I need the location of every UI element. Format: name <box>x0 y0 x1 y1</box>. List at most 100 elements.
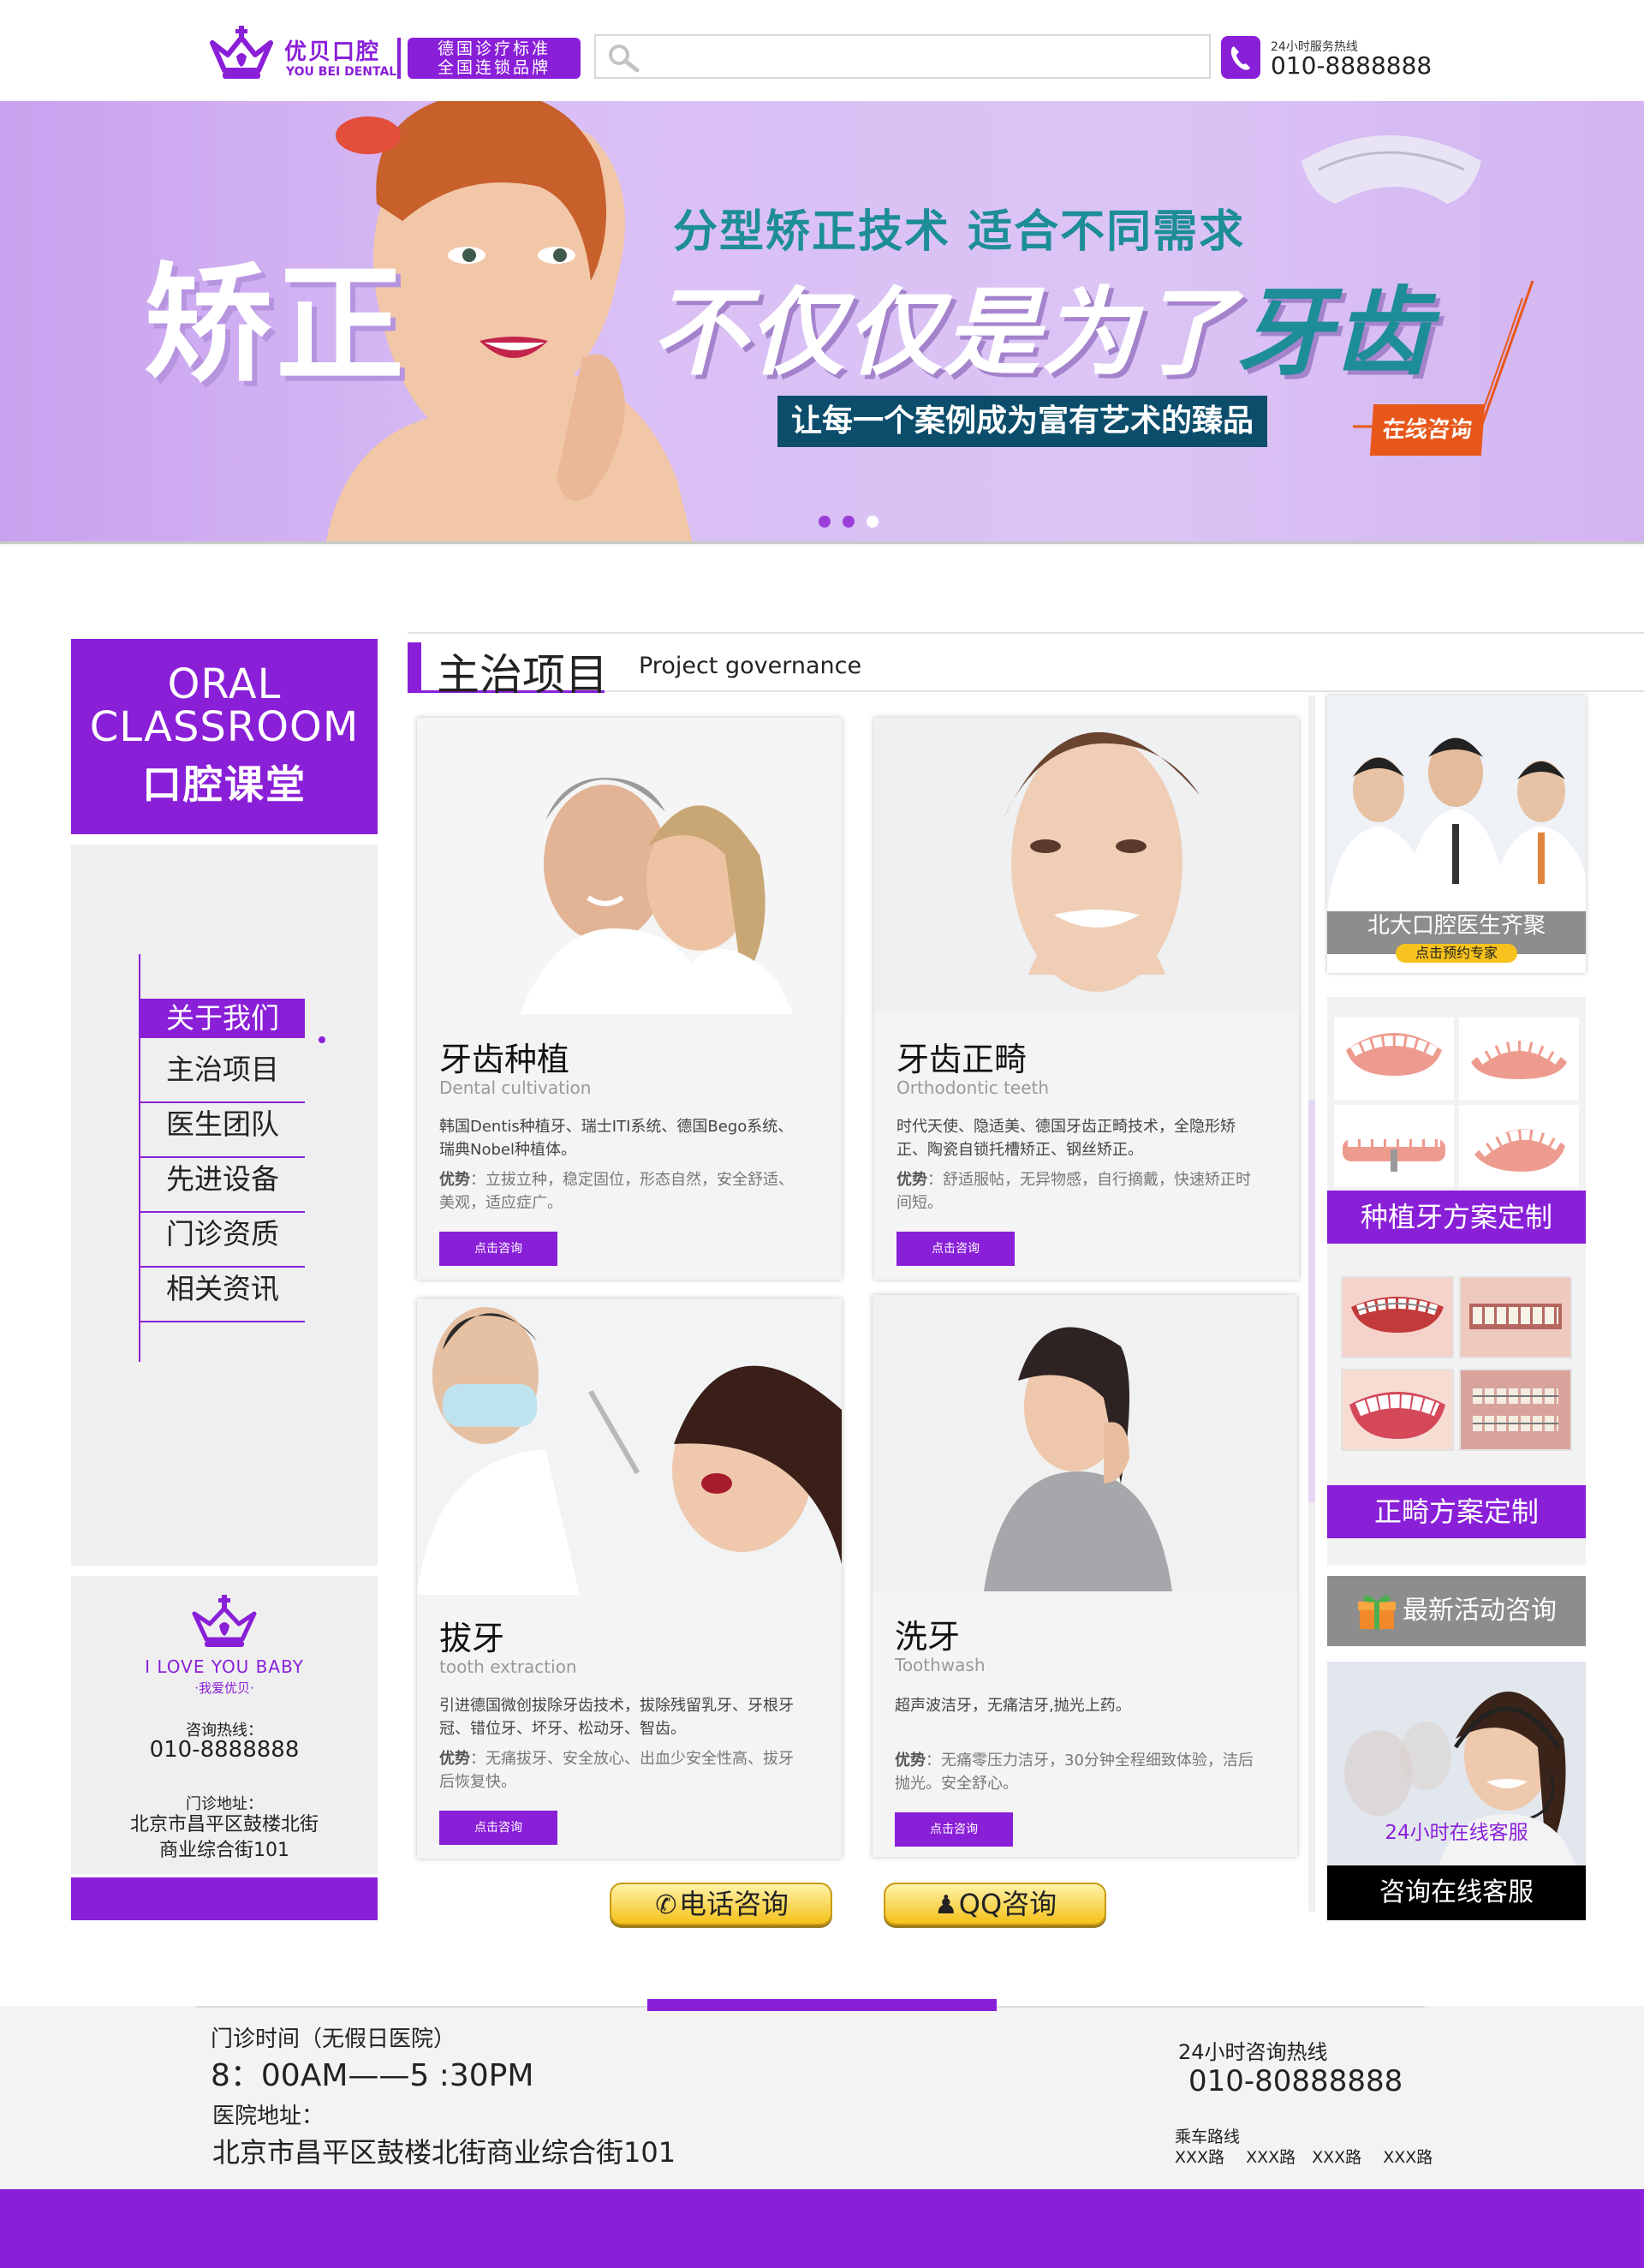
sidebar-item-news[interactable]: 相关资讯 <box>140 1269 305 1322</box>
slogan-badge: 德国诊疗标准 全国连锁品牌 <box>408 38 581 79</box>
card-title: 牙齿正畸 <box>896 1041 1028 1078</box>
love-slogan-cn: ·我爱优贝· <box>194 1680 254 1696</box>
sidebar-item-doctors[interactable]: 医生团队 <box>140 1105 305 1158</box>
book-expert-button[interactable]: 点击预约专家 <box>1396 944 1517 963</box>
aligner-icon <box>1302 135 1481 204</box>
plans-panel <box>1327 997 1586 1566</box>
consult-button[interactable]: 点击咨询 <box>896 1232 1015 1266</box>
banner-divider <box>0 541 1644 548</box>
card-subtitle: tooth extraction <box>439 1656 577 1677</box>
right-scroll-thumb[interactable] <box>1308 1100 1315 1502</box>
card-advantage: 优势：无痛拔牙、安全放心、出血少安全性高、拔牙后恢复快。 <box>439 1747 799 1794</box>
ortho-plan-button[interactable]: 正畸方案定制 <box>1327 1485 1586 1538</box>
qq-consult-button[interactable]: ♟QQ咨询 <box>884 1883 1106 1925</box>
service-card-ortho[interactable]: 牙齿正畸 Orthodontic teeth 时代天使、隐适美、德国牙齿正畸技术… <box>874 718 1299 1280</box>
latest-activity-label: 最新活动咨询 <box>1403 1596 1557 1626</box>
denture-image <box>1334 1018 1454 1100</box>
footer-hotline: 010-80888888 <box>1188 2064 1403 2098</box>
crown-icon <box>192 1595 257 1647</box>
qq-consult-label: QQ咨询 <box>958 1888 1057 1920</box>
header: 优贝口腔 YOU BEI DENTAL 德国诊疗标准 全国连锁品牌 24小时服务… <box>0 0 1644 101</box>
search-box[interactable] <box>594 34 1211 79</box>
service-24h-text: 24小时在线客服 <box>1385 1822 1528 1844</box>
service-card-implant[interactable]: 牙齿种植 Dental cultivation 韩国Dentis种植牙、瑞士IT… <box>417 718 842 1280</box>
advantage-label: 优势 <box>439 1750 470 1768</box>
sidebar-item-qualification[interactable]: 门诊资质 <box>140 1215 305 1268</box>
oral-title-en-2: CLASSROOM <box>89 703 360 751</box>
advantage-text: ：无痛零压力洁牙，30分钟全程细致体验，洁后抛光。安全舒心。 <box>895 1752 1254 1793</box>
crown-logo-icon[interactable] <box>207 26 276 82</box>
smile-image <box>1341 1369 1454 1451</box>
hero-banner[interactable]: 矫正 分型矫正技术 适合不同需求 不仅仅是为了牙齿 让每一个案例成为富有艺术的臻… <box>0 101 1644 541</box>
consult-button[interactable]: 点击咨询 <box>439 1232 557 1266</box>
sidebar-bottom-bar <box>71 1877 378 1920</box>
card-advantage: 优势：立拔立种，稳定固位，形态自然，安全舒适、美观，适应症广。 <box>439 1168 799 1215</box>
slogan-line-1: 德国诊疗标准 <box>437 39 551 58</box>
card-advantage: 优势：舒适服帖，无异物感，自行摘戴，快速矫正时间短。 <box>896 1168 1256 1215</box>
contact-panel: I LOVE YOU BABY ·我爱优贝· 咨询热线： 010-8888888… <box>71 1576 378 1874</box>
card-description: 超声波洁牙，无痛洁牙,抛光上药。 <box>895 1697 1131 1715</box>
phone-consult-label: 电话咨询 <box>678 1888 789 1920</box>
footer-bus-label: 乘车路线 <box>1175 2128 1241 2146</box>
braces-image <box>1459 1276 1572 1358</box>
qq-penguin-icon: ♟ <box>934 1890 958 1920</box>
service-card-cleaning[interactable]: 洗牙 Toothwash 超声波洁牙，无痛洁牙,抛光上药。 优势：无痛零压力洁牙… <box>873 1295 1297 1857</box>
footer-hours-label: 门诊时间（无假日医院） <box>211 2026 456 2052</box>
contact-hotline: 010-8888888 <box>149 1737 300 1763</box>
slogan-line-2: 全国连锁品牌 <box>437 58 551 77</box>
advantage-text: ：舒适服帖，无异物感，自行摘戴，快速矫正时间短。 <box>896 1171 1251 1212</box>
footer-addr-label: 医院地址： <box>212 2104 325 2129</box>
latest-activity-button[interactable]: 最新活动咨询 <box>1327 1576 1586 1646</box>
card-description: 引进德国微创拔除牙齿技术，拔除残留乳牙、牙根牙冠、错位牙、坏牙、松动牙、智齿。 <box>439 1697 794 1738</box>
slide-dot-3[interactable] <box>867 516 879 528</box>
doctors-card[interactable]: 北大口腔医生齐聚 点击预约专家 <box>1327 695 1586 973</box>
denture-image <box>1459 1105 1579 1187</box>
advantage-text: ：立拔立种，稳定固位，形态自然，安全舒适、美观，适应症广。 <box>439 1171 794 1212</box>
contact-addr-line-1: 北京市昌平区鼓楼北街 <box>129 1814 319 1835</box>
denture-image <box>1459 1018 1579 1100</box>
nav-active-dot <box>319 1036 325 1043</box>
online-service-card[interactable]: 24小时在线客服 咨询在线客服 <box>1327 1662 1586 1920</box>
card-subtitle: Dental cultivation <box>439 1077 592 1098</box>
card-title: 拔牙 <box>439 1620 505 1657</box>
banner-headline: 不仅仅是为了牙齿 <box>651 255 1432 394</box>
logo-name-cn: 优贝口腔 <box>284 39 381 65</box>
phone-icon <box>1221 36 1260 79</box>
sidebar-item-equipment[interactable]: 先进设备 <box>140 1160 305 1213</box>
contact-addr-label: 门诊地址： <box>186 1795 263 1813</box>
service-card-extraction[interactable]: 拔牙 tooth extraction 引进德国微创拔除牙齿技术，拔除残留乳牙、… <box>417 1298 842 1859</box>
section-heading-cn: 主治项目 <box>437 650 608 700</box>
dentist-patient-photo <box>417 1298 842 1595</box>
phone-consult-button[interactable]: ✆电话咨询 <box>610 1883 832 1925</box>
footer-hotline-label: 24小时咨询热线 <box>1178 2040 1328 2064</box>
slide-dot-1[interactable] <box>819 516 831 528</box>
couple-photo <box>417 718 842 1014</box>
card-description: 韩国Dentis种植牙、瑞士ITI系统、德国Bego系统、瑞典Nobel种植体。 <box>439 1118 794 1159</box>
page: 优贝口腔 YOU BEI DENTAL 德国诊疗标准 全国连锁品牌 24小时服务… <box>0 0 1644 2268</box>
card-subtitle: Orthodontic teeth <box>896 1077 1050 1098</box>
section-heading-en: Project governance <box>639 653 862 679</box>
contact-addr-line-2: 商业综合街101 <box>159 1840 289 1861</box>
logo-divider <box>397 38 401 79</box>
advantage-text: ：无痛拔牙、安全放心、出血少安全性高、拔牙后恢复快。 <box>439 1750 794 1791</box>
braces-image <box>1341 1276 1454 1358</box>
search-input[interactable] <box>647 43 1195 70</box>
consult-button[interactable]: 点击咨询 <box>895 1812 1013 1847</box>
card-description: 时代天使、隐适美、德国牙齿正畸技术，全隐形矫正、陶瓷自锁托槽矫正、钢丝矫正。 <box>896 1118 1236 1159</box>
banner-tagline: 让每一个案例成为富有艺术的臻品 <box>777 396 1268 447</box>
footer-address: 北京市昌平区鼓楼北街商业综合街101 <box>212 2136 676 2169</box>
braces-image <box>1459 1369 1572 1451</box>
phone-icon: ✆ <box>655 1890 677 1920</box>
sidebar-item-projects[interactable]: 主治项目 <box>140 1050 305 1103</box>
sidebar-item-about[interactable]: 关于我们 <box>140 999 305 1038</box>
slide-dot-2[interactable] <box>843 516 855 528</box>
banner-subtitle: 分型矫正技术 适合不同需求 <box>673 206 1246 258</box>
online-service-button[interactable]: 咨询在线客服 <box>1327 1865 1586 1920</box>
footer-hours: 8：00AM——5 :30PM <box>211 2058 534 2093</box>
search-icon[interactable] <box>606 43 640 74</box>
implant-plan-button[interactable]: 种植牙方案定制 <box>1327 1191 1586 1244</box>
consult-button[interactable]: 点击咨询 <box>439 1811 557 1845</box>
hotline-number: 010-8888888 <box>1271 51 1433 80</box>
banner-big-word: 矫正 <box>144 251 408 400</box>
doctors-photo <box>1327 695 1586 911</box>
